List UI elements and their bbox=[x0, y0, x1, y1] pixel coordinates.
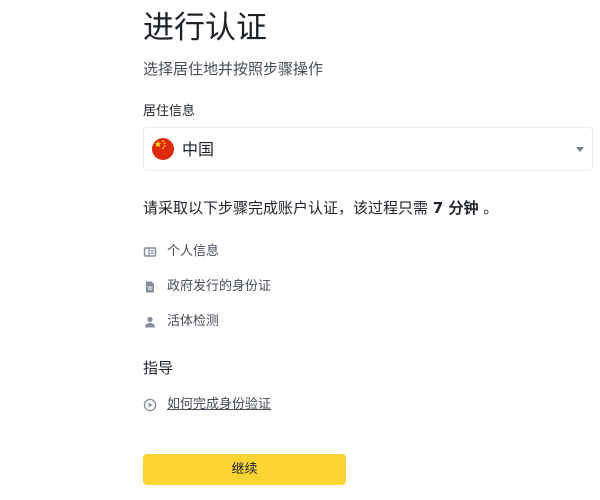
intro-duration: 7 分钟 bbox=[432, 199, 479, 217]
page-subtitle: 选择居住地并按照步骤操作 bbox=[143, 60, 324, 78]
residence-select[interactable]: 中国 bbox=[143, 127, 593, 171]
caret-down-icon bbox=[576, 147, 584, 152]
intro-text-before: 请采取以下步骤完成账户认证，该过程只需 bbox=[143, 199, 433, 217]
play-circle-icon bbox=[143, 398, 157, 412]
step-label: 活体检测 bbox=[167, 314, 220, 329]
continue-button[interactable]: 继续 bbox=[143, 454, 346, 485]
residence-selected-value: 中国 bbox=[182, 140, 215, 159]
how-to-verify-link[interactable]: 如何完成身份验证 bbox=[167, 395, 271, 415]
china-flag-icon bbox=[152, 138, 174, 160]
step-label: 政府发行的身份证 bbox=[167, 279, 272, 294]
page-title: 进行认证 bbox=[143, 10, 267, 46]
person-icon bbox=[145, 316, 155, 328]
document-icon bbox=[146, 281, 154, 293]
intro-text: 请采取以下步骤完成账户认证，该过程只需 7 分钟 。 bbox=[143, 197, 498, 219]
step-label: 个人信息 bbox=[167, 244, 220, 259]
id-card-icon bbox=[143, 247, 157, 257]
residence-label: 居住信息 bbox=[143, 104, 196, 119]
intro-text-after: 。 bbox=[478, 199, 499, 217]
verification-page: 进行认证 选择居住地并按照步骤操作 居住信息 中国 请采取以下步骤完成账户认证，… bbox=[0, 0, 600, 500]
guide-heading: 指导 bbox=[143, 359, 174, 377]
